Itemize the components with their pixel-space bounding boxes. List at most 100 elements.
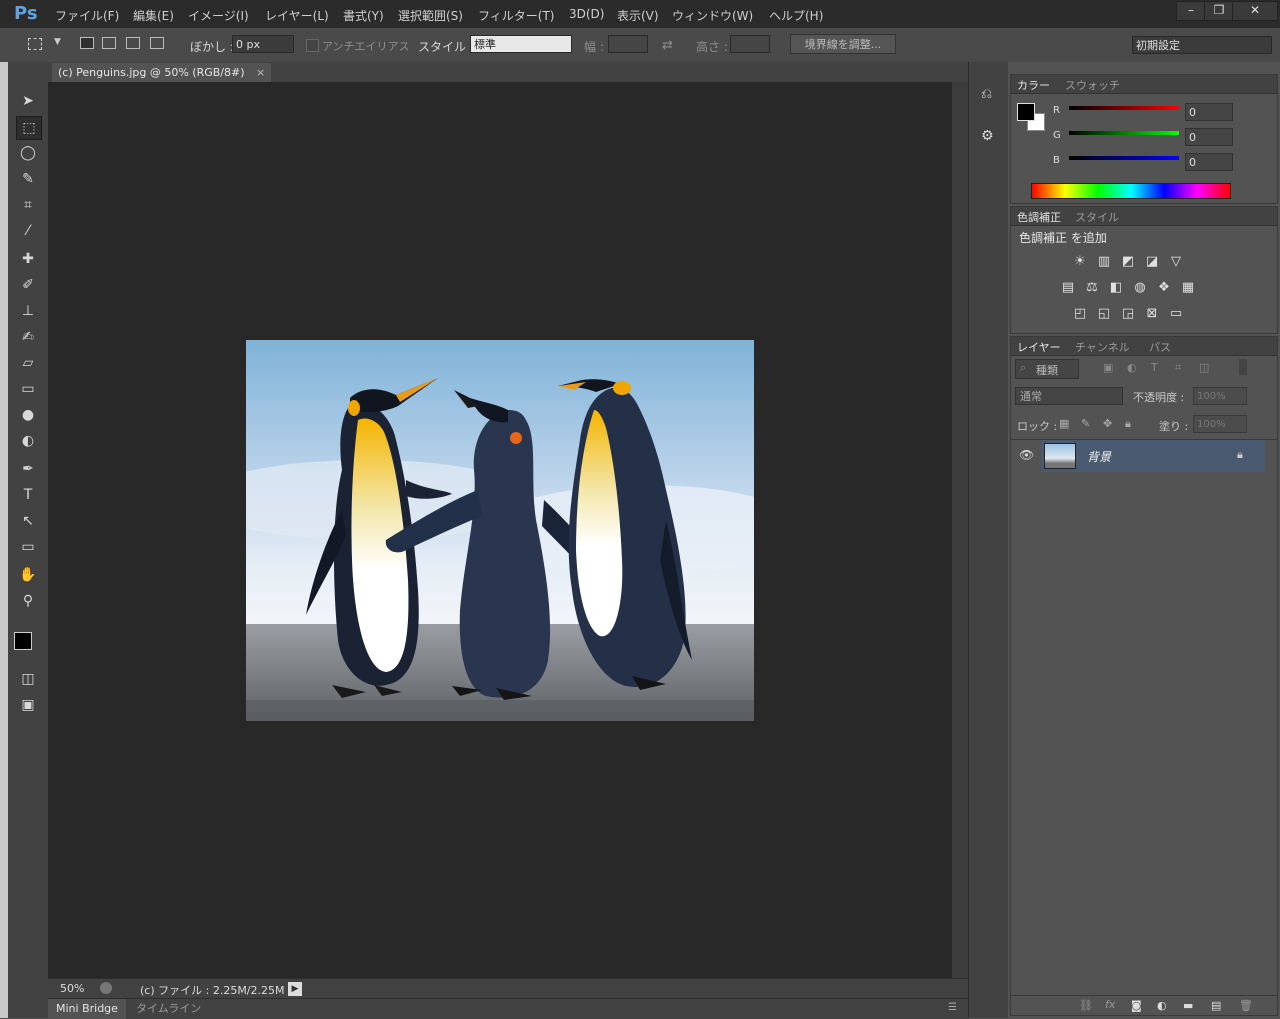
menu-image[interactable]: イメージ(I) [188,7,249,24]
lock-all-icon[interactable]: 🔒︎ [1125,417,1131,431]
selective-color-icon[interactable]: ⊠ [1143,307,1161,321]
lock-image-icon[interactable]: ✎ [1081,417,1090,430]
layer-row-selected[interactable]: 背景 🔒︎ [1041,440,1265,472]
properties-panel-icon[interactable]: ⚙ [981,128,994,144]
info-icon[interactable] [100,982,112,994]
add-selection-icon[interactable] [102,37,116,49]
r-value-input[interactable]: 0 [1185,103,1233,121]
brightness-icon[interactable]: ☀ [1071,255,1089,269]
menu-select[interactable]: 選択範囲(S) [398,7,463,24]
stamp-tool-icon[interactable]: ⊥ [16,300,40,322]
quick-select-tool-icon[interactable]: ✎ [16,168,40,190]
refine-edge-button[interactable]: 境界線を調整... [790,34,896,54]
eye-icon[interactable]: 👁︎ [1019,448,1034,462]
gradient-map-icon[interactable]: ▭ [1167,307,1185,321]
new-adjustment-icon[interactable]: ◐ [1157,999,1167,1012]
status-menu-arrow-icon[interactable]: ▶ [288,982,302,996]
tab-timeline[interactable]: タイムライン [128,999,209,1019]
tab-styles[interactable]: スタイル [1075,209,1119,225]
opacity-input[interactable]: 100% [1193,387,1247,405]
menu-view[interactable]: 表示(V) [617,7,659,24]
invert-icon[interactable]: ◰ [1071,307,1089,321]
hue-saturation-icon[interactable]: ▤ [1059,281,1077,295]
menu-3d[interactable]: 3D(D) [569,7,604,21]
tab-color[interactable]: カラー [1017,77,1050,93]
b-slider[interactable] [1069,156,1179,160]
color-lookup-icon[interactable]: ▦ [1179,281,1197,295]
foreground-color-swatch[interactable] [14,632,32,650]
layer-filter-select[interactable]: ⌕ 種類 [1015,359,1079,379]
screen-mode-icon[interactable]: ▣ [16,694,40,716]
healing-brush-tool-icon[interactable]: ✚ [16,248,40,270]
filter-type-icon[interactable]: T [1151,361,1158,374]
hand-tool-icon[interactable]: ✋ [16,564,40,586]
levels-icon[interactable]: ▥ [1095,255,1113,269]
vibrance-icon[interactable]: ▽ [1167,255,1185,269]
rectangle-tool-icon[interactable]: ▭ [16,536,40,558]
zoom-tool-icon[interactable]: ⚲ [16,590,40,612]
menu-layer[interactable]: レイヤー(L) [265,7,329,24]
g-slider[interactable] [1069,131,1179,135]
canvas-area[interactable] [48,82,952,978]
path-select-tool-icon[interactable]: ↖ [16,510,40,532]
foreground-swatch[interactable] [1017,103,1035,121]
width-input[interactable] [608,35,648,53]
r-slider[interactable] [1069,106,1179,110]
b-value-input[interactable]: 0 [1185,153,1233,171]
channel-mixer-icon[interactable]: ❖ [1155,281,1173,295]
g-value-input[interactable]: 0 [1185,128,1233,146]
blur-tool-icon[interactable]: ● [16,404,40,426]
panel-menu-icon[interactable]: ☰ [948,1002,957,1013]
delete-layer-icon[interactable]: 🗑︎ [1239,999,1253,1012]
menu-filter[interactable]: フィルター(T) [478,7,554,24]
tab-mini-bridge[interactable]: Mini Bridge [48,999,126,1019]
history-brush-tool-icon[interactable]: ✍ [16,326,40,348]
black-white-icon[interactable]: ◧ [1107,281,1125,295]
fill-input[interactable]: 100% [1193,415,1247,433]
menu-help[interactable]: ヘルプ(H) [769,7,823,24]
filter-pixel-icon[interactable]: ▣ [1103,361,1113,374]
gradient-tool-icon[interactable]: ▭ [16,378,40,400]
minimize-button[interactable]: – [1176,1,1206,21]
workspace-select[interactable]: 初期設定 [1132,36,1272,54]
curves-icon[interactable]: ◩ [1119,255,1137,269]
layer-name[interactable]: 背景 [1087,448,1111,465]
height-input[interactable] [730,35,770,53]
menu-edit[interactable]: 編集(E) [133,7,174,24]
photo-filter-icon[interactable]: ◍ [1131,281,1149,295]
threshold-icon[interactable]: ◲ [1119,307,1137,321]
fx-button[interactable]: fx [1105,998,1115,1011]
dodge-tool-icon[interactable]: ◐ [16,430,40,452]
filter-toggle[interactable] [1239,359,1247,375]
subtract-selection-icon[interactable] [126,37,140,49]
tab-close-icon[interactable]: × [256,66,265,79]
new-selection-icon[interactable] [80,37,94,49]
menu-file[interactable]: ファイル(F) [55,7,119,24]
color-ramp[interactable] [1031,183,1231,199]
new-layer-icon[interactable]: ▤ [1211,999,1221,1012]
history-panel-icon[interactable]: ⎌ [981,86,992,102]
quick-mask-icon[interactable]: ◫ [16,668,40,690]
menu-type[interactable]: 書式(Y) [343,7,384,24]
document-tab[interactable]: (c) Penguins.jpg @ 50% (RGB/8#) × [52,63,272,82]
blend-mode-select[interactable]: 通常 [1015,387,1123,405]
tab-paths[interactable]: パス [1149,339,1171,355]
swap-icon[interactable]: ⇄ [662,38,673,53]
filter-smart-object-icon[interactable]: ◫ [1199,361,1209,374]
brush-tool-icon[interactable]: ✐ [16,274,40,296]
lock-pixels-icon[interactable]: ▦ [1059,417,1069,430]
tab-channels[interactable]: チャンネル [1075,339,1130,355]
eyedropper-tool-icon[interactable]: ⁄ [16,220,40,242]
pen-tool-icon[interactable]: ✒ [16,458,40,480]
layer-row[interactable]: 👁︎ 背景 🔒︎ [1011,439,1277,474]
exposure-icon[interactable]: ◪ [1143,255,1161,269]
tab-adjustments[interactable]: 色調補正 [1017,209,1061,225]
intersect-selection-icon[interactable] [150,37,164,49]
zoom-level[interactable]: 50% [60,982,84,995]
menu-window[interactable]: ウィンドウ(W) [672,7,753,24]
penguins-image[interactable] [196,340,806,721]
feather-input[interactable]: 0 px [232,35,294,53]
filter-adjustment-icon[interactable]: ◐ [1127,361,1137,374]
close-button[interactable]: ✕ [1232,1,1278,21]
marquee-preset-icon[interactable] [28,38,42,50]
